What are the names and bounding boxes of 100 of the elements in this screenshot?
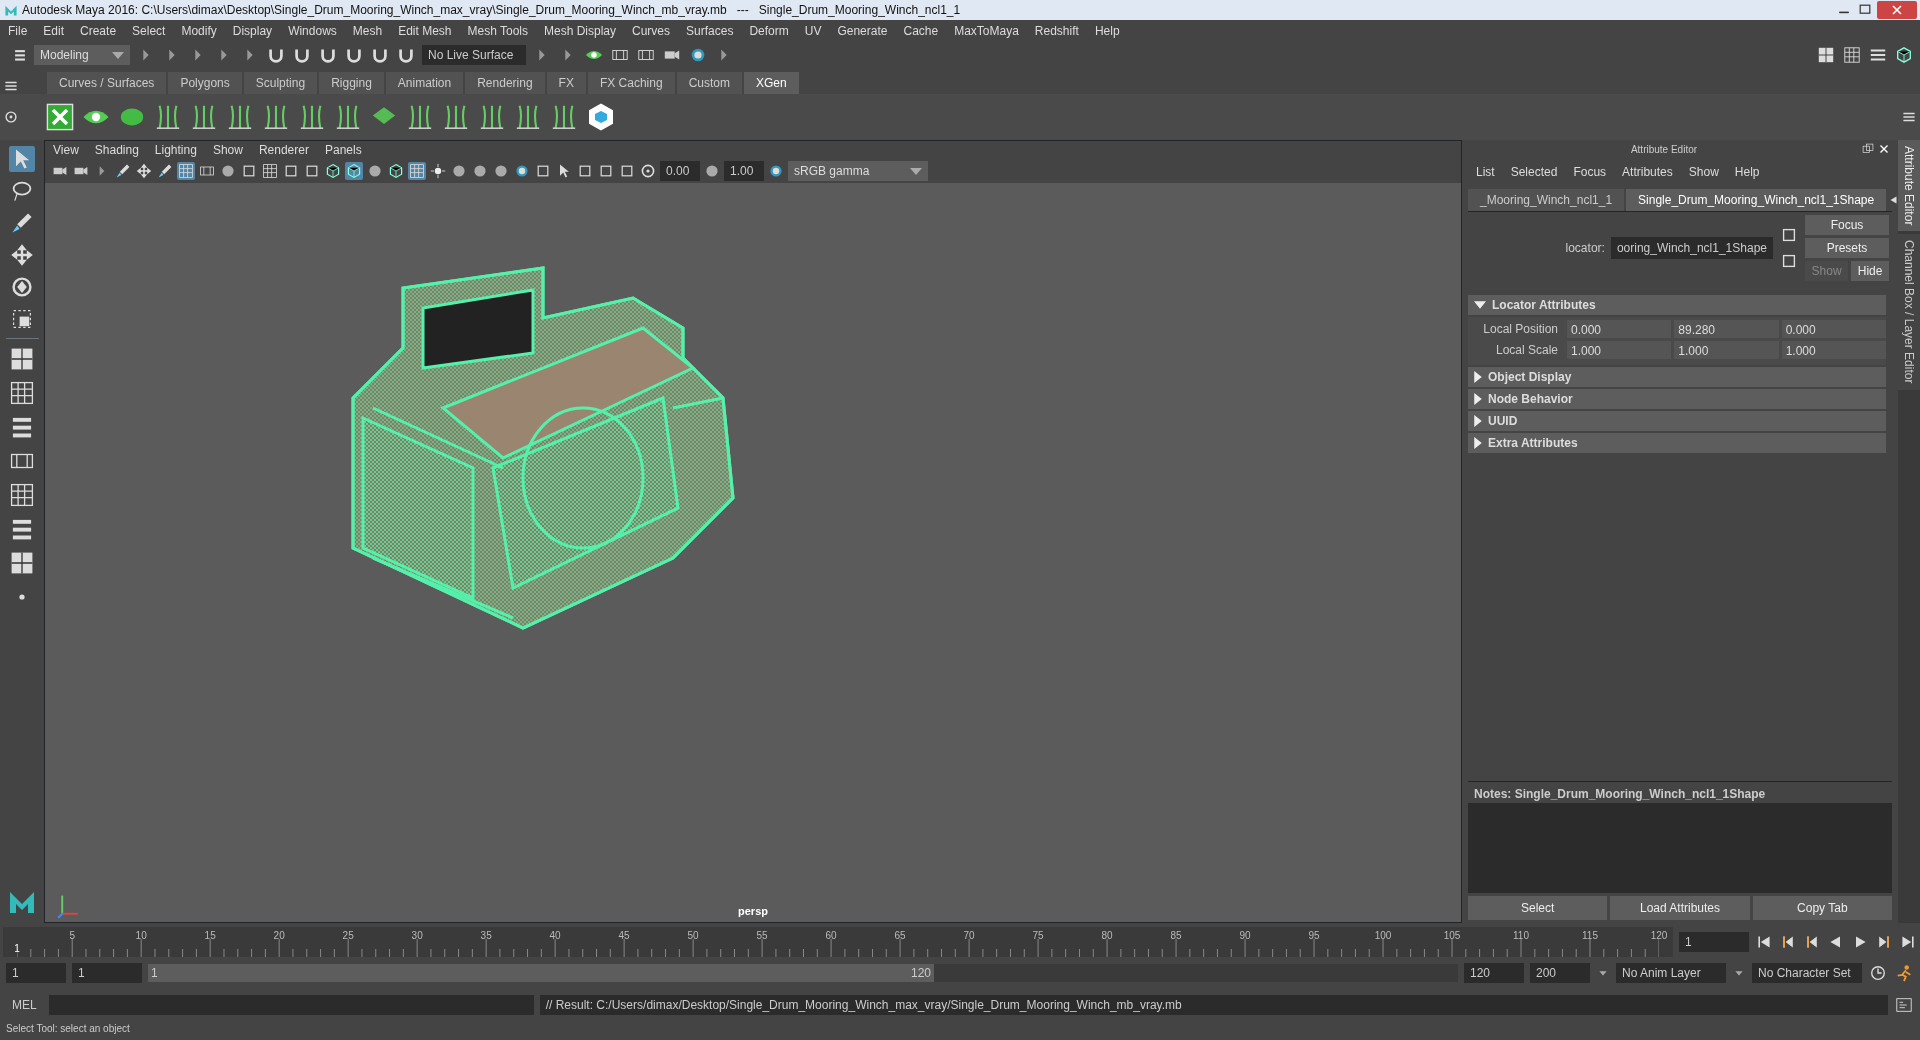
cube-icon[interactable] <box>324 162 342 180</box>
brush-icon[interactable] <box>156 162 174 180</box>
grid-icon[interactable] <box>8 379 36 407</box>
menu-item[interactable]: Generate <box>829 22 896 40</box>
shelf-tab[interactable]: FX <box>546 72 586 94</box>
move-icon[interactable] <box>135 162 153 180</box>
move-icon[interactable] <box>9 242 35 268</box>
node-name-field[interactable]: ooring_Winch_ncl1_1Shape <box>1610 237 1773 259</box>
notes-field[interactable] <box>1468 803 1892 893</box>
gamma-field[interactable]: 1.00 <box>724 161 764 181</box>
menu-item[interactable]: MaxToMaya <box>946 22 1027 40</box>
menu-item[interactable]: Edit Mesh <box>390 22 460 40</box>
node-tab[interactable]: Single_Drum_Mooring_Winch_ncl1_1Shape <box>1626 189 1887 211</box>
menu-item[interactable]: Deform <box>741 22 797 40</box>
menu-item[interactable]: Select <box>124 22 174 40</box>
node-tab[interactable]: _Mooring_Winch_ncl1_1 <box>1468 189 1625 211</box>
shelf-tab[interactable]: Sculpting <box>243 72 318 94</box>
command-field[interactable] <box>48 995 534 1015</box>
section-header[interactable]: Object Display <box>1468 367 1886 387</box>
range-start-field[interactable]: 1 <box>72 963 142 983</box>
brush-icon[interactable] <box>114 162 132 180</box>
cube-icon[interactable] <box>345 162 363 180</box>
light-icon[interactable] <box>429 162 447 180</box>
attribute-value-field[interactable]: 1.000 <box>1567 341 1672 359</box>
shelf-tab[interactable]: Custom <box>676 72 742 94</box>
menu-item[interactable]: Redshift <box>1026 22 1087 40</box>
timeline-ruler[interactable]: 1 5 10 15 20 25 30 35 40 45 50 55 60 65 70 75 80 85 90 95 100 105 110 115 120 <box>3 927 1673 957</box>
menu-item[interactable]: File <box>0 22 36 40</box>
attribute-value-field[interactable]: 89.280 <box>1674 320 1779 338</box>
menu-item[interactable]: Create <box>72 22 125 40</box>
exposure-field[interactable]: 0.00 <box>660 161 700 181</box>
menu-item[interactable]: Surfaces <box>678 22 742 40</box>
menu-item[interactable]: Attributes <box>1614 163 1681 181</box>
menu-item[interactable]: Modify <box>173 22 225 40</box>
shelf-tab[interactable]: FX Caching <box>587 72 675 94</box>
range-slider[interactable]: 1 120 <box>148 964 934 982</box>
visibility-button[interactable]: Hide <box>1851 261 1889 281</box>
clock-icon[interactable] <box>1868 963 1888 983</box>
menu-item[interactable]: Cache <box>895 22 947 40</box>
cube-icon[interactable] <box>1894 45 1914 65</box>
skip-to-start-icon[interactable] <box>1755 933 1773 951</box>
grid-icon[interactable] <box>1842 45 1862 65</box>
menu-item[interactable]: Display <box>224 22 281 40</box>
panel-menu-item[interactable]: Renderer <box>250 141 317 159</box>
action-button[interactable]: Select <box>1468 896 1608 920</box>
cube-icon[interactable] <box>387 162 405 180</box>
panel-menu-item[interactable]: View <box>45 141 87 159</box>
attribute-value-field[interactable]: 0.000 <box>1781 320 1886 338</box>
action-button[interactable]: Load Attributes <box>1610 896 1750 920</box>
shelf-tab[interactable]: Rigging <box>319 72 384 94</box>
panel-menu-item[interactable]: Lighting <box>146 141 205 159</box>
attribute-value-field[interactable]: 1.000 <box>1781 341 1886 359</box>
skip-to-end-icon[interactable] <box>1899 933 1917 951</box>
layout-icon[interactable] <box>1816 45 1836 65</box>
shelf-tab[interactable]: XGen <box>743 72 799 94</box>
current-frame-field[interactable]: 1 <box>1679 932 1749 952</box>
script-language-label[interactable]: MEL <box>6 996 43 1014</box>
color-space-dropdown[interactable]: sRGB gamma <box>788 161 928 181</box>
action-button[interactable]: Copy Tab <box>1752 896 1892 920</box>
shelf-tab[interactable]: Animation <box>385 72 464 94</box>
script-icon[interactable] <box>1894 995 1914 1015</box>
menu-item[interactable]: Focus <box>1565 163 1615 181</box>
attribute-value-field[interactable]: 1.000 <box>1674 341 1779 359</box>
menu-item[interactable]: Windows <box>280 22 345 40</box>
panel-layout-icon[interactable] <box>12 47 28 63</box>
menu-item[interactable]: UV <box>796 22 830 40</box>
grid-icon[interactable] <box>8 481 36 509</box>
menu-item[interactable]: List <box>1468 163 1503 181</box>
section-header[interactable]: UUID <box>1468 411 1886 431</box>
panel-menu-item[interactable]: Show <box>204 141 251 159</box>
shelf-tab[interactable]: Polygons <box>168 72 242 94</box>
section-header[interactable]: Extra Attributes <box>1468 433 1886 453</box>
menu-item[interactable]: Help <box>1086 22 1128 40</box>
section-header[interactable]: Locator Attributes <box>1468 295 1886 315</box>
attribute-value-field[interactable]: 0.000 <box>1567 320 1672 338</box>
shelf-tab[interactable]: Curves / Surfaces <box>47 72 167 94</box>
grid-icon[interactable] <box>261 162 279 180</box>
start-frame-field[interactable]: 1 <box>6 963 66 983</box>
menu-item[interactable]: Edit <box>35 22 73 40</box>
shelf-tab[interactable]: Rendering <box>465 72 545 94</box>
menu-item[interactable]: Mesh Display <box>536 22 625 40</box>
menu-item[interactable]: Show <box>1680 163 1727 181</box>
character-set-field[interactable]: No Character Set <box>1752 963 1862 983</box>
close-icon[interactable] <box>1877 1 1917 19</box>
live-surface-field[interactable]: No Live Surface <box>422 45 526 65</box>
panel-menu-item[interactable]: Shading <box>86 141 147 159</box>
side-button[interactable]: Presets <box>1805 238 1889 258</box>
dial-icon[interactable] <box>639 162 657 180</box>
spreadsheet-icon[interactable] <box>45 102 75 132</box>
menu-item[interactable]: Mesh Tools <box>459 22 536 40</box>
section-header[interactable]: Node Behavior <box>1468 389 1886 409</box>
range-end-field[interactable]: 120 <box>1464 963 1524 983</box>
menu-item[interactable]: Help <box>1726 163 1768 181</box>
mode-dropdown[interactable]: Modeling <box>34 45 130 65</box>
menu-item[interactable]: Curves <box>624 22 679 40</box>
side-tab[interactable]: Attribute Editor <box>1898 140 1920 232</box>
end-frame-field[interactable]: 200 <box>1530 963 1590 983</box>
menu-item[interactable]: Mesh <box>344 22 391 40</box>
anim-layer-field[interactable]: No Anim Layer <box>1616 963 1726 983</box>
panel-menu-item[interactable]: Panels <box>316 141 370 159</box>
